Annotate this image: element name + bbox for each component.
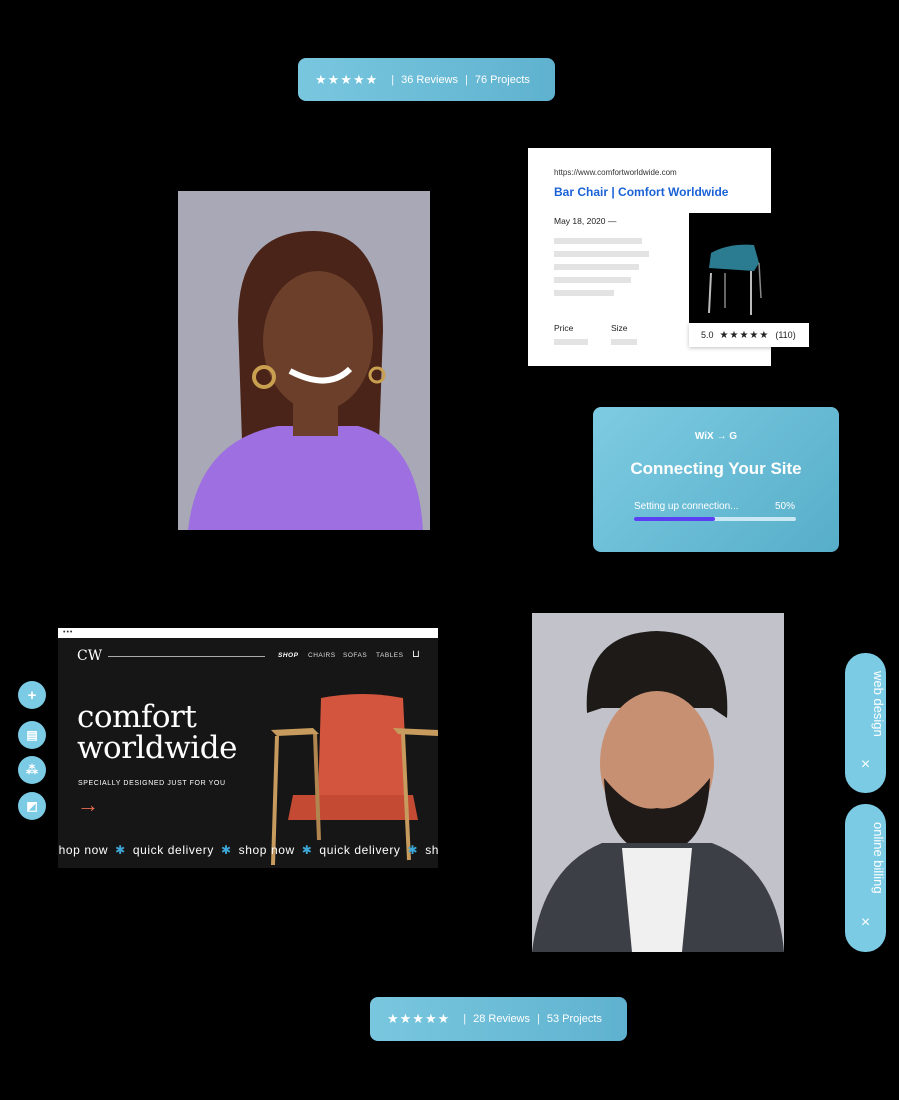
tag-label: online billing [871, 822, 886, 894]
stars-icon: ★★★★★ [719, 329, 770, 341]
progress-fill [634, 517, 715, 521]
page-icon[interactable]: ▤ [18, 721, 46, 749]
close-icon[interactable]: × [845, 914, 886, 932]
connecting-site-card: WiX → G Connecting Your Site Setting up … [593, 407, 839, 552]
search-result-card[interactable]: https://www.comfortworldwide.com Bar Cha… [528, 148, 809, 366]
armchair-image [271, 694, 438, 866]
progress-bar [634, 517, 796, 521]
rating-value: 5.0 [701, 330, 714, 340]
wix-to-google-logo: WiX → G [694, 431, 738, 442]
rating-badge-top: ★★★★★ | 36 Reviews | 76 Projects [298, 58, 555, 101]
browser-dots-icon: ••• [63, 629, 74, 636]
stars-icon: ★★★★★ [315, 71, 379, 87]
site-subheading: SPECIALLY DESIGNED JUST FOR YOU [78, 780, 226, 787]
connect-title: Connecting Your Site [630, 459, 802, 478]
size-label: Size [611, 323, 628, 333]
size-placeholder [611, 339, 637, 345]
website-preview[interactable]: ••• CW SHOP CHAIRS SOFAS TABLES ⊔ comfor… [58, 628, 438, 868]
projects-count: 53 Projects [546, 1013, 602, 1025]
nav-divider [108, 656, 265, 657]
text-placeholder-line [554, 264, 639, 270]
stars-icon: ★★★★★ [387, 1011, 451, 1026]
tag-online-billing[interactable]: online billing × [845, 804, 886, 952]
chair-thumbnail [689, 213, 771, 323]
nav-chairs[interactable]: CHAIRS [308, 652, 336, 659]
close-icon[interactable]: × [845, 756, 886, 774]
connect-percent: 50% [774, 501, 795, 512]
site-logo[interactable]: CW [77, 648, 102, 664]
reviews-count: 28 Reviews [473, 1013, 530, 1025]
paint-icon[interactable]: ⁂ [18, 756, 46, 784]
result-rating: 5.0 ★★★★★ (110) [689, 323, 809, 347]
result-title[interactable]: Bar Chair | Comfort Worldwide [554, 185, 728, 199]
portrait-photo-woman [178, 191, 430, 530]
reviews-count: 36 Reviews [401, 73, 458, 86]
text-placeholder-line [554, 238, 642, 244]
projects-count: 76 Projects [474, 73, 530, 86]
asterisk-icon: ✱ [301, 843, 313, 857]
arrow-right-icon[interactable]: → [77, 792, 99, 818]
text-placeholder-line [554, 290, 614, 296]
asterisk-icon: ✱ [220, 843, 232, 857]
text-placeholder-line [554, 277, 631, 283]
tag-label: web design [871, 671, 886, 737]
tag-web-design[interactable]: web design × [845, 653, 886, 793]
site-heading: comfort worldwide [77, 699, 237, 766]
nav-shop[interactable]: SHOP [278, 652, 298, 659]
price-label: Price [554, 323, 574, 333]
rating-badge-bottom: ★★★★★ | 28 Reviews | 53 Projects [370, 997, 627, 1041]
connect-status: Setting up connection... [634, 501, 739, 512]
result-url[interactable]: https://www.comfortworldwide.com [554, 168, 677, 177]
nav-tables[interactable]: TABLES [376, 652, 403, 659]
rating-count: (110) [775, 330, 796, 340]
price-placeholder [554, 339, 588, 345]
asterisk-icon: ✱ [115, 843, 126, 857]
browser-bar: ••• [58, 628, 438, 638]
asterisk-icon: ✱ [407, 843, 419, 857]
result-date: May 18, 2020 — [554, 216, 617, 226]
cart-icon[interactable]: ⊔ [412, 649, 420, 660]
promo-ticker: shop now✱quick delivery✱shop now✱quick d… [58, 843, 438, 857]
portrait-photo-man [532, 613, 784, 952]
nav-sofas[interactable]: SOFAS [343, 652, 367, 659]
image-icon[interactable]: ◩ [18, 792, 46, 820]
plus-icon[interactable]: + [18, 681, 46, 709]
text-placeholder-line [554, 251, 649, 257]
